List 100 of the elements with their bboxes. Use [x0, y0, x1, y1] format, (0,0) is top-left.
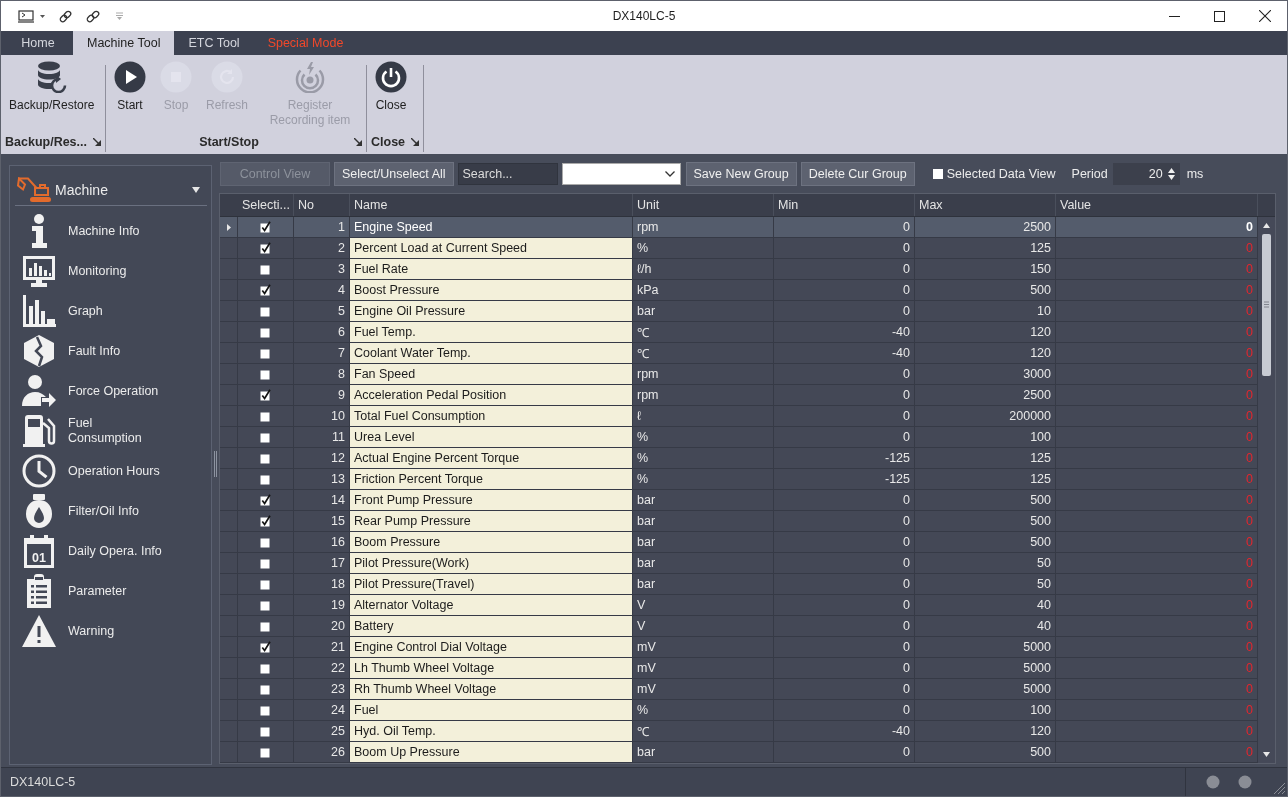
checkbox[interactable]	[260, 221, 271, 233]
table-row[interactable]: 5 Engine Oil Pressure bar 0 10 0	[220, 301, 1258, 322]
checkbox[interactable]	[260, 410, 271, 422]
checkbox[interactable]	[260, 725, 271, 737]
checkbox[interactable]	[260, 284, 271, 296]
checkbox[interactable]	[260, 347, 271, 359]
ribbon-button[interactable]: Backup/Restore	[2, 61, 102, 113]
resize-grip-icon[interactable]	[1274, 783, 1285, 794]
category-dropdown[interactable]: Machine	[15, 175, 207, 206]
dialog-launcher-icon[interactable]	[411, 138, 420, 146]
checkbox[interactable]	[260, 473, 271, 485]
table-row[interactable]: 16 Boom Pressure bar 0 500 0	[220, 532, 1258, 553]
checkbox[interactable]	[260, 620, 271, 632]
dialog-launcher-icon[interactable]	[93, 138, 101, 146]
ribbon-button[interactable]: Start	[107, 61, 153, 113]
checkbox[interactable]	[260, 557, 271, 569]
toolbar-button[interactable]: Save New Group	[685, 162, 797, 186]
ribbon-tab[interactable]: Machine Tool	[73, 31, 175, 55]
scroll-down-icon[interactable]	[1263, 752, 1270, 757]
monitor-icon[interactable]	[18, 9, 34, 23]
column-header[interactable]: Value	[1056, 194, 1258, 216]
checkbox[interactable]	[260, 326, 271, 338]
sidebar-item[interactable]: Parameter	[10, 571, 211, 611]
sidebar-item[interactable]: Graph	[10, 291, 211, 331]
table-row[interactable]: 9 Acceleration Pedal Position rpm 0 2500 0	[220, 385, 1258, 406]
table-row[interactable]: 14 Front Pump Pressure bar 0 500 0	[220, 490, 1258, 511]
checkbox[interactable]	[260, 242, 271, 254]
table-row[interactable]: 17 Pilot Pressure(Work) bar 0 50 0	[220, 553, 1258, 574]
table-row[interactable]: 25 Hyd. Oil Temp. ℃ -40 120 0	[220, 721, 1258, 742]
toolbar-button[interactable]: Delete Cur Group	[800, 162, 915, 186]
table-row[interactable]: 1 Engine Speed rpm 0 2500 0	[220, 217, 1258, 238]
sidebar-item[interactable]: Operation Hours	[10, 451, 211, 491]
checkbox[interactable]	[260, 515, 271, 527]
checkbox[interactable]	[260, 494, 271, 506]
table-row[interactable]: 15 Rear Pump Pressure bar 0 500 0	[220, 511, 1258, 532]
column-header[interactable]: Min	[774, 194, 915, 216]
checkbox[interactable]	[260, 305, 271, 317]
checkbox[interactable]	[260, 389, 271, 401]
toolbar-button[interactable]: Select/Unselect All	[334, 162, 454, 186]
checkbox[interactable]	[260, 599, 271, 611]
checkbox[interactable]	[260, 431, 271, 443]
scroll-up-icon[interactable]	[1263, 223, 1270, 228]
table-row[interactable]: 12 Actual Engine Percent Torque % -125 125 0	[220, 448, 1258, 469]
checkbox[interactable]	[260, 263, 271, 275]
column-header[interactable]: No	[294, 194, 350, 216]
column-header[interactable]: Name	[350, 194, 633, 216]
table-row[interactable]: 10 Total Fuel Consumption ℓ 0 200000 0	[220, 406, 1258, 427]
ribbon-button[interactable]: Close	[368, 61, 414, 113]
checkbox[interactable]	[260, 662, 271, 674]
sidebar-item[interactable]: Fuel Consumption	[10, 411, 211, 451]
table-row[interactable]: 21 Engine Control Dial Voltage mV 0 5000 0	[220, 637, 1258, 658]
table-row[interactable]: 3 Fuel Rate ℓ/h 0 150 0	[220, 259, 1258, 280]
table-row[interactable]: 19 Alternator Voltage V 0 40 0	[220, 595, 1258, 616]
table-row[interactable]: 18 Pilot Pressure(Travel) bar 0 50 0	[220, 574, 1258, 595]
column-header[interactable]: Selecti...	[238, 194, 294, 216]
table-row[interactable]: 23 Rh Thumb Wheel Voltage mV 0 5000 0	[220, 679, 1258, 700]
table-row[interactable]: 26 Boom Up Pressure bar 0 500 0	[220, 742, 1258, 763]
sidebar-item[interactable]: Machine Info	[10, 211, 211, 251]
sidebar-item[interactable]: Fault Info	[10, 331, 211, 371]
sidebar-item[interactable]: Warning	[10, 611, 211, 651]
checkbox[interactable]	[260, 683, 271, 695]
checkbox[interactable]	[260, 536, 271, 548]
table-row[interactable]: 13 Friction Percent Torque % -125 125 0	[220, 469, 1258, 490]
sidebar-item[interactable]: Force Operation	[10, 371, 211, 411]
link-icon[interactable]	[86, 9, 100, 23]
caret-icon[interactable]	[40, 14, 45, 18]
checkbox[interactable]	[260, 641, 271, 653]
spin-up-icon[interactable]	[1167, 168, 1175, 173]
table-row[interactable]: 22 Lh Thumb Wheel Voltage mV 0 5000 0	[220, 658, 1258, 679]
period-spinner[interactable]: 20	[1112, 163, 1180, 185]
checkbox-label[interactable]: Selected Data View	[946, 167, 1056, 181]
checkbox[interactable]	[260, 578, 271, 590]
column-header[interactable]: Max	[915, 194, 1056, 216]
checkbox[interactable]	[260, 368, 271, 380]
table-row[interactable]: 20 Battery V 0 40 0	[220, 616, 1258, 637]
dialog-launcher-icon[interactable]	[354, 138, 362, 146]
sidebar-item[interactable]: 01 Daily Opera. Info	[10, 531, 211, 571]
spin-down-icon[interactable]	[1167, 175, 1175, 180]
checkbox[interactable]	[260, 704, 271, 716]
table-row[interactable]: 24 Fuel % 0 100 0	[220, 700, 1258, 721]
search-field[interactable]: Search...	[457, 163, 558, 185]
splitter-handle[interactable]	[214, 450, 217, 477]
checkbox[interactable]	[260, 746, 271, 758]
sidebar-item[interactable]: Filter/Oil Info	[10, 491, 211, 531]
table-row[interactable]: 11 Urea Level % 0 100 0	[220, 427, 1258, 448]
table-row[interactable]: 2 Percent Load at Current Speed % 0 125 0	[220, 238, 1258, 259]
status-dot-icon	[1238, 775, 1252, 789]
table-cell: Rear Pump Pressure	[350, 511, 633, 532]
column-header[interactable]: Unit	[633, 194, 774, 216]
checkbox[interactable]	[932, 169, 943, 179]
table-row[interactable]: 7 Coolant Water Temp. ℃ -40 120 0	[220, 343, 1258, 364]
table-row[interactable]: 8 Fan Speed rpm 0 3000 0	[220, 364, 1258, 385]
ribbon-tab[interactable]: Home	[3, 31, 73, 55]
checkbox[interactable]	[260, 452, 271, 464]
scrollbar-thumb[interactable]	[1262, 234, 1271, 376]
table-row[interactable]: 6 Fuel Temp. ℃ -40 120 0	[220, 322, 1258, 343]
table-row[interactable]: 4 Boost Pressure kPa 0 500 0	[220, 280, 1258, 301]
ribbon-tab[interactable]: ETC Tool	[174, 31, 254, 55]
sidebar-item[interactable]: Monitoring	[10, 251, 211, 291]
link-icon[interactable]	[59, 9, 72, 23]
